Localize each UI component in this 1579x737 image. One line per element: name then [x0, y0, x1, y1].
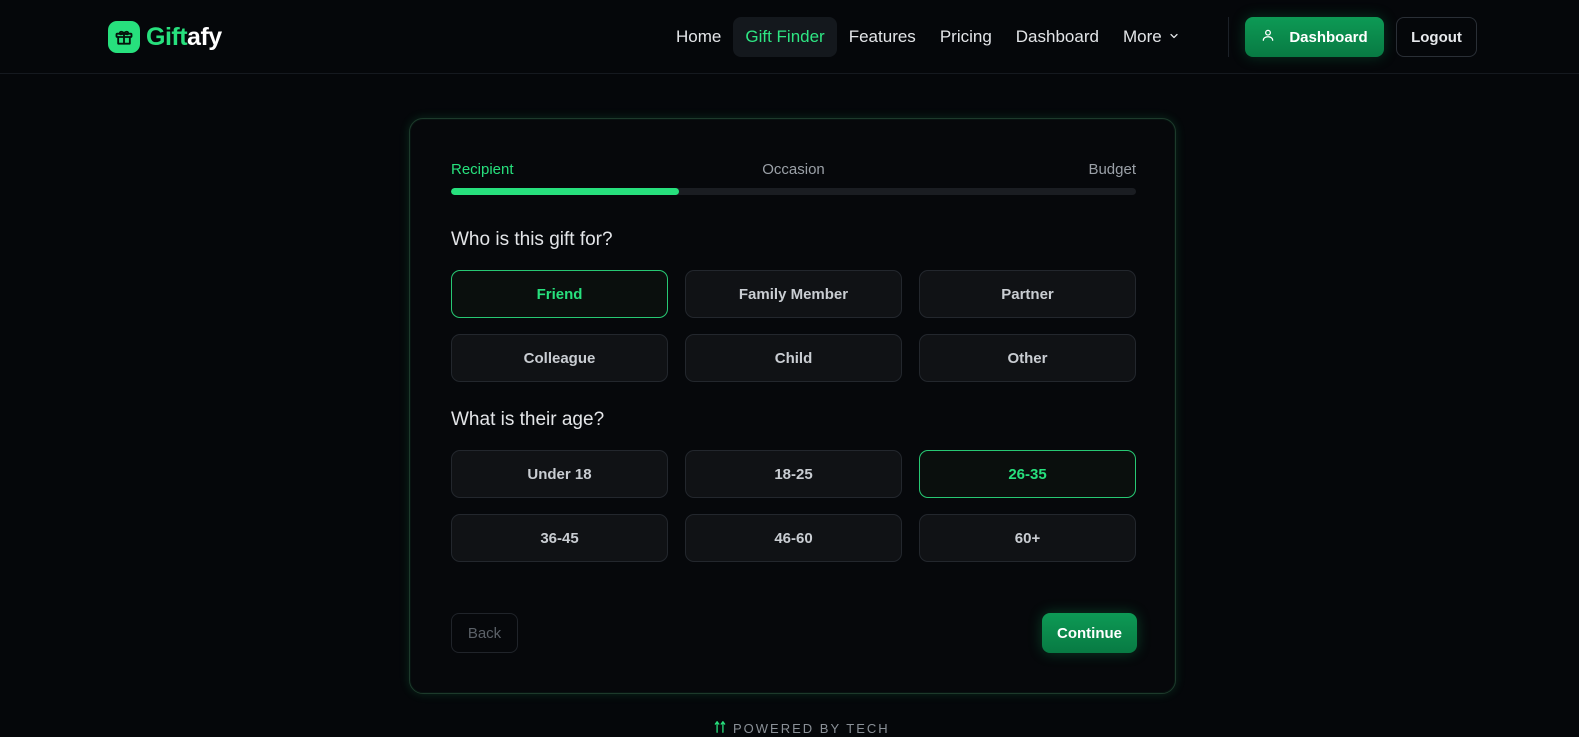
age-option-60-plus[interactable]: 60+ [919, 514, 1136, 562]
nav-pricing[interactable]: Pricing [928, 17, 1004, 57]
step-occasion: Occasion [762, 161, 825, 178]
nav-gift-finder[interactable]: Gift Finder [733, 17, 837, 57]
age-options: Under 18 18-25 26-35 36-45 46-60 60+ [451, 450, 1136, 562]
nav-home[interactable]: Home [664, 17, 733, 57]
brand-logo[interactable]: Giftafy [108, 20, 222, 54]
chevron-down-icon [1168, 27, 1180, 47]
nav-more[interactable]: More [1111, 17, 1192, 57]
footer-text: POWERED BY TECH [733, 720, 890, 736]
age-option-under-18[interactable]: Under 18 [451, 450, 668, 498]
option-child[interactable]: Child [685, 334, 902, 382]
continue-button[interactable]: Continue [1042, 613, 1137, 653]
progress-bar [451, 188, 1136, 195]
dashboard-button[interactable]: Dashboard [1245, 17, 1384, 57]
option-family-member[interactable]: Family Member [685, 270, 902, 318]
gift-icon [108, 21, 140, 53]
brand-name-part1: Gift [146, 22, 188, 51]
option-friend[interactable]: Friend [451, 270, 668, 318]
age-option-46-60[interactable]: 46-60 [685, 514, 902, 562]
brand-name-part2: afy [187, 22, 222, 51]
main-nav: Home Gift Finder Features Pricing Dashbo… [664, 17, 1192, 57]
sparkle-icon [713, 720, 727, 737]
step-budget: Budget [1088, 161, 1136, 178]
option-partner[interactable]: Partner [919, 270, 1136, 318]
nav-features[interactable]: Features [837, 17, 928, 57]
nav-more-label: More [1122, 27, 1162, 46]
recipient-options: Friend Family Member Partner Colleague C… [451, 270, 1136, 382]
age-option-26-35[interactable]: 26-35 [919, 450, 1136, 498]
progress-fill [451, 188, 680, 195]
logout-button[interactable]: Logout [1396, 17, 1477, 57]
step-indicator: Recipient Occasion Budget [451, 161, 1136, 179]
gift-finder-card: Recipient Occasion Budget Who is this gi… [409, 118, 1176, 694]
dashboard-button-label: Dashboard [1289, 28, 1368, 46]
nav-dashboard[interactable]: Dashboard [1004, 17, 1111, 57]
age-option-36-45[interactable]: 36-45 [451, 514, 668, 562]
user-icon [1261, 28, 1275, 46]
brand-name: Giftafy [146, 23, 222, 52]
age-option-18-25[interactable]: 18-25 [685, 450, 902, 498]
recipient-question: Who is this gift for? [451, 229, 613, 250]
option-other[interactable]: Other [919, 334, 1136, 382]
age-question: What is their age? [451, 409, 605, 430]
option-colleague[interactable]: Colleague [451, 334, 668, 382]
nav-divider [1228, 17, 1229, 57]
footer-hint: POWERED BY TECH [713, 720, 890, 737]
top-navbar: Giftafy Home Gift Finder Features Pricin… [0, 0, 1579, 74]
back-button[interactable]: Back [451, 613, 518, 653]
